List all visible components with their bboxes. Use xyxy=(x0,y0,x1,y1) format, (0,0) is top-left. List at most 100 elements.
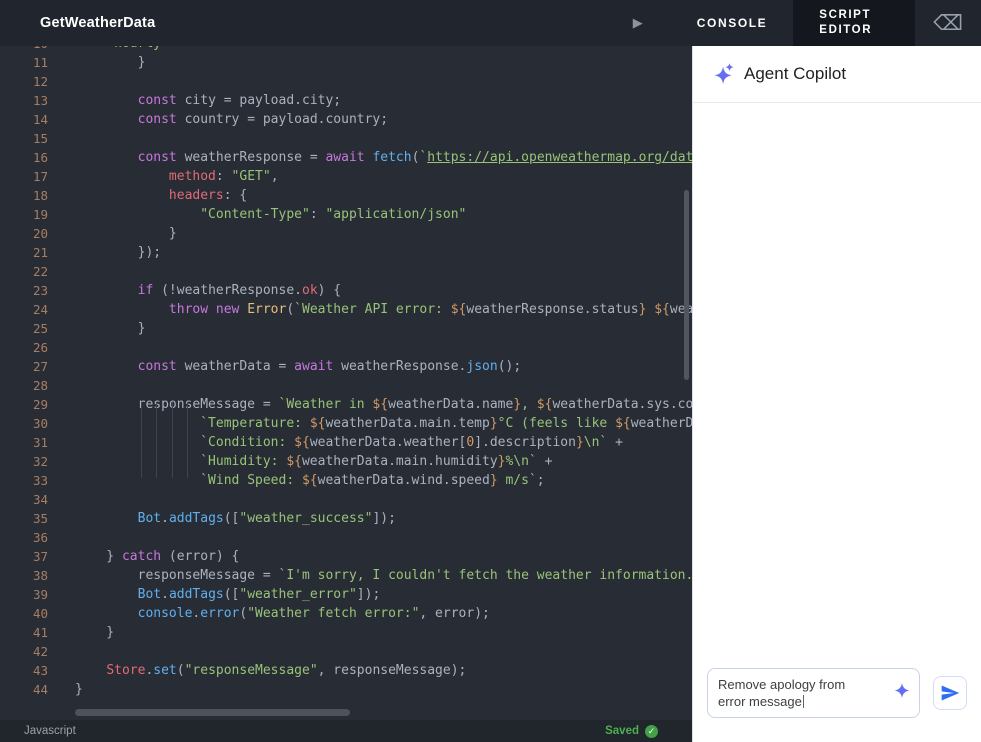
script-title: GetWeatherData xyxy=(40,15,156,31)
code-text: Bot.addTags(["weather_success"]); xyxy=(137,511,396,526)
code-line: 30 `Temperature: ${weatherData.main.temp… xyxy=(0,414,692,433)
code-line: 15 xyxy=(0,129,692,148)
tab-console[interactable]: CONSOLE xyxy=(695,10,770,36)
code-line: 35 Bot.addTags(["weather_success"]); xyxy=(0,509,692,528)
indent-guide xyxy=(187,402,188,478)
code-line: 32 `Humidity: ${weatherData.main.humidit… xyxy=(0,452,692,471)
code-text: Bot.addTags(["weather_error"]); xyxy=(137,587,381,602)
send-button[interactable] xyxy=(933,676,967,710)
line-number: 38 xyxy=(32,568,48,583)
close-button[interactable]: ⌫ xyxy=(931,11,965,36)
code-line: 21 }); xyxy=(0,243,692,262)
code-line: 19 "Content-Type": "application/json" xyxy=(0,205,692,224)
agent-copilot-panel: Agent Copilot Remove apology from error … xyxy=(692,46,981,742)
code-line: 24 throw new Error(`Weather API error: $… xyxy=(0,300,692,319)
tab-script-editor-label: SCRIPT EDITOR xyxy=(819,9,873,36)
code-line: 40 console.error("Weather fetch error:",… xyxy=(0,604,692,623)
code-line: 42 xyxy=(0,642,692,661)
bot-script-editor-window: GetWeatherData ▶ CONSOLE SCRIPT EDITOR ⌫… xyxy=(0,0,981,742)
line-number: 32 xyxy=(32,454,48,469)
line-number: 24 xyxy=(32,302,48,317)
code-line: 18 headers: { xyxy=(0,186,692,205)
line-number: 25 xyxy=(32,321,48,336)
code-text: `Humidity: ${weatherData.main.humidity}%… xyxy=(200,454,553,469)
copilot-conversation-area xyxy=(693,104,981,652)
indent-guide xyxy=(141,402,142,478)
code-text: const country = payload.country; xyxy=(137,112,389,127)
code-text: "hourly" xyxy=(48,46,169,53)
send-icon xyxy=(941,685,960,701)
code-editor[interactable]: 10 "hourly"11 } 12 13 const city = payload… xyxy=(0,46,692,742)
code-line: 44} xyxy=(0,680,692,699)
line-number: 16 xyxy=(32,150,48,165)
line-number: 14 xyxy=(32,112,48,127)
line-number: 29 xyxy=(32,397,48,412)
code-line: 28 xyxy=(0,376,692,395)
code-text: responseMessage = `I'm sorry, I couldn't… xyxy=(75,568,692,583)
copilot-prompt-input[interactable]: Remove apology from error message xyxy=(707,668,920,718)
prompt-sparkle-icon xyxy=(893,682,911,705)
code-text: } xyxy=(75,55,146,70)
code-text: }); xyxy=(75,245,162,260)
code-line: 20 } xyxy=(0,224,692,243)
line-number: 27 xyxy=(32,359,48,374)
vertical-scrollbar[interactable] xyxy=(684,190,689,380)
line-number: 35 xyxy=(32,511,48,526)
line-number: 10 xyxy=(0,46,48,53)
line-number: 37 xyxy=(32,549,48,564)
tab-script-editor[interactable]: SCRIPT EDITOR xyxy=(793,0,916,46)
saved-check-icon: ✓ xyxy=(645,724,658,738)
code-line: 10 "hourly" xyxy=(0,46,692,53)
indent-guide xyxy=(156,402,157,478)
code-line: 38 responseMessage = `I'm sorry, I could… xyxy=(0,566,692,585)
code-line: 26 xyxy=(0,338,692,357)
line-number: 36 xyxy=(32,530,48,545)
code-text: method: "GET", xyxy=(168,169,279,184)
prompt-text: Remove apology from error message xyxy=(718,677,846,709)
line-number: 20 xyxy=(32,226,48,241)
code-line: 14 const country = payload.country; xyxy=(0,110,692,129)
play-icon: ▶ xyxy=(632,15,643,30)
line-number: 43 xyxy=(32,663,48,678)
line-number: 31 xyxy=(32,435,48,450)
code-line: 36 xyxy=(0,528,692,547)
copilot-title: Agent Copilot xyxy=(744,64,847,83)
code-text: responseMessage = `Weather in ${weatherD… xyxy=(75,397,692,412)
code-line: 27 const weatherData = await weatherResp… xyxy=(0,357,692,376)
run-script-button[interactable]: ▶ xyxy=(629,11,647,35)
line-number: 22 xyxy=(32,264,48,279)
code-line: 25 } xyxy=(0,319,692,338)
code-line: 31 `Condition: ${weatherData.weather[0].… xyxy=(0,433,692,452)
line-number: 30 xyxy=(32,416,48,431)
code-line: 43 Store.set("responseMessage", response… xyxy=(0,661,692,680)
code-text: "Content-Type": "application/json" xyxy=(200,207,467,222)
save-status: Saved ✓ xyxy=(605,724,658,738)
indent-guide xyxy=(172,402,173,478)
code-text: const weatherData = await weatherRespons… xyxy=(137,359,522,374)
code-text: const weatherResponse = await fetch(`htt… xyxy=(137,150,692,165)
code-line: 11 } xyxy=(0,53,692,72)
line-number: 12 xyxy=(32,74,48,89)
save-status-label: Saved xyxy=(605,725,639,737)
copilot-input-row: Remove apology from error message xyxy=(707,668,967,718)
code-line: 12 xyxy=(0,72,692,91)
line-number: 42 xyxy=(32,644,48,659)
code-text: } xyxy=(75,226,177,241)
code-text: console.error("Weather fetch error:", er… xyxy=(137,606,490,621)
horizontal-scrollbar[interactable] xyxy=(75,709,350,716)
language-label: Javascript xyxy=(24,725,76,737)
code-line: 39 Bot.addTags(["weather_error"]); xyxy=(0,585,692,604)
line-number: 39 xyxy=(32,587,48,602)
code-text: headers: { xyxy=(168,188,248,203)
code-line: 13 const city = payload.city; xyxy=(0,91,692,110)
line-number: 41 xyxy=(32,625,48,640)
code-line: 41 } xyxy=(0,623,692,642)
text-caret xyxy=(802,695,805,708)
